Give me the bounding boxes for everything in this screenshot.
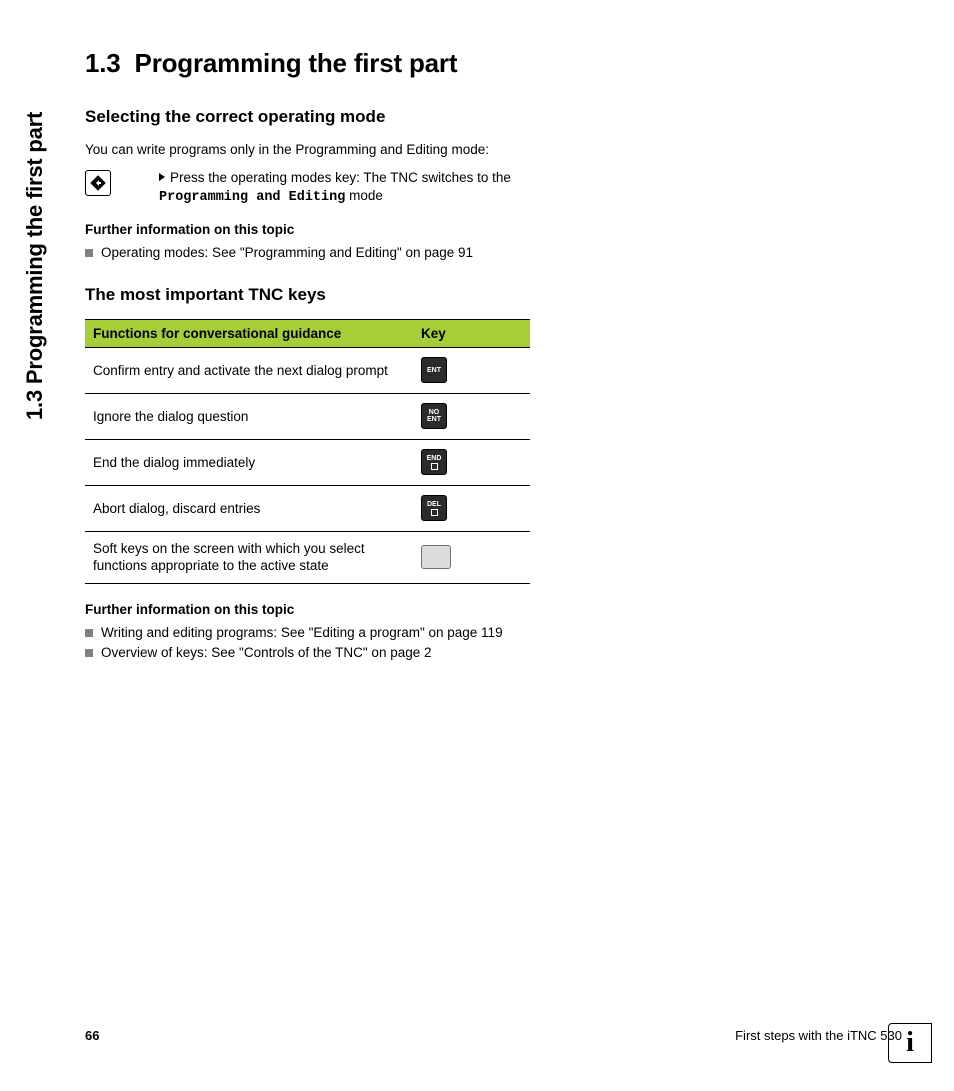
cell-function: Ignore the dialog question bbox=[85, 400, 413, 434]
step-text-pre: Press the operating modes key: The TNC s… bbox=[170, 170, 511, 185]
chapter-title: Programming the first part bbox=[135, 48, 458, 78]
step-text-mono: Programming and Editing bbox=[159, 190, 345, 205]
info-icon: i bbox=[906, 1029, 914, 1057]
intro-paragraph: You can write programs only in the Progr… bbox=[85, 141, 895, 159]
table-row: Soft keys on the screen with which you s… bbox=[85, 532, 530, 584]
footer-chapter-title: First steps with the iTNC 530 bbox=[735, 1028, 902, 1043]
key-softkey bbox=[421, 545, 451, 569]
step-text: Press the operating modes key: The TNC s… bbox=[159, 169, 519, 207]
step-text-post: mode bbox=[345, 188, 383, 203]
operating-modes-key-icon bbox=[85, 170, 111, 196]
key-label: END bbox=[427, 455, 442, 462]
table-row: End the dialog immediately END bbox=[85, 440, 530, 486]
table-row: Confirm entry and activate the next dial… bbox=[85, 348, 530, 394]
cell-key bbox=[413, 537, 530, 577]
key-label: DEL bbox=[427, 501, 441, 508]
diamond-arrow-icon bbox=[90, 175, 106, 191]
further-info-heading-2: Further information on this topic bbox=[85, 602, 895, 617]
triangle-bullet-icon bbox=[159, 173, 165, 181]
further-info-list-2: Writing and editing programs: See "Editi… bbox=[85, 623, 895, 664]
cell-key: DEL bbox=[413, 487, 530, 529]
section-heading-operating-mode: Selecting the correct operating mode bbox=[85, 107, 895, 127]
step-row: Press the operating modes key: The TNC s… bbox=[85, 169, 895, 207]
info-icon-box: i bbox=[888, 1023, 932, 1063]
further-info-list-1: Operating modes: See "Programming and Ed… bbox=[85, 243, 895, 263]
chapter-number: 1.3 bbox=[85, 48, 121, 78]
side-running-title: 1.3 Programming the first part bbox=[22, 0, 54, 40]
key-ent: ENT bbox=[421, 357, 447, 383]
table-row: Ignore the dialog question NOENT bbox=[85, 394, 530, 440]
cell-function: End the dialog immediately bbox=[85, 446, 413, 480]
key-end: END bbox=[421, 449, 447, 475]
page-number: 66 bbox=[85, 1028, 99, 1043]
th-functions: Functions for conversational guidance bbox=[85, 320, 413, 347]
tnc-keys-table: Functions for conversational guidance Ke… bbox=[85, 319, 530, 584]
square-icon bbox=[431, 463, 438, 470]
cell-function: Soft keys on the screen with which you s… bbox=[85, 532, 413, 583]
page: 1.3 Programming the first part 1.3 Progra… bbox=[0, 0, 954, 1091]
cell-key: NOENT bbox=[413, 395, 530, 437]
list-item: Overview of keys: See "Controls of the T… bbox=[85, 643, 895, 663]
list-item: Operating modes: See "Programming and Ed… bbox=[85, 243, 895, 263]
further-info-heading-1: Further information on this topic bbox=[85, 222, 895, 237]
list-item: Writing and editing programs: See "Editi… bbox=[85, 623, 895, 643]
cell-function: Confirm entry and activate the next dial… bbox=[85, 354, 413, 388]
th-key: Key bbox=[413, 320, 530, 347]
key-del: DEL bbox=[421, 495, 447, 521]
side-running-title-text: 1.3 Programming the first part bbox=[22, 40, 48, 420]
cell-function: Abort dialog, discard entries bbox=[85, 492, 413, 526]
key-label: ENT bbox=[427, 367, 441, 374]
cell-key: ENT bbox=[413, 349, 530, 391]
table-row: Abort dialog, discard entries DEL bbox=[85, 486, 530, 532]
cell-key: END bbox=[413, 441, 530, 483]
table-header: Functions for conversational guidance Ke… bbox=[85, 319, 530, 348]
content-area: 1.3 Programming the first part Selecting … bbox=[85, 48, 895, 686]
chapter-heading: 1.3 Programming the first part bbox=[85, 48, 895, 79]
page-footer: 66 First steps with the iTNC 530 bbox=[85, 1028, 902, 1043]
square-icon bbox=[431, 509, 438, 516]
section-heading-tnc-keys: The most important TNC keys bbox=[85, 285, 895, 305]
key-no-ent: NOENT bbox=[421, 403, 447, 429]
key-label: NOENT bbox=[427, 409, 441, 424]
